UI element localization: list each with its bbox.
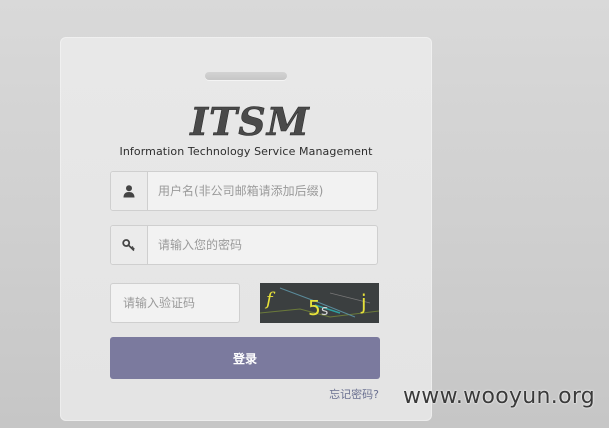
user-icon <box>111 172 148 210</box>
card-handle <box>205 72 287 80</box>
username-input[interactable] <box>148 172 374 210</box>
username-field <box>110 171 378 211</box>
svg-text:j: j <box>360 290 367 314</box>
svg-text:5: 5 <box>308 296 321 320</box>
captcha-graphic: f 5 s j <box>260 283 379 323</box>
captcha-field <box>110 283 240 323</box>
subtitle: Information Technology Service Managemen… <box>119 145 373 158</box>
password-input[interactable] <box>148 226 374 264</box>
login-card: ITSM Information Technology Service Mana… <box>60 37 432 421</box>
password-field <box>110 225 378 265</box>
itsm-logo: ITSM <box>178 99 318 143</box>
svg-text:s: s <box>321 303 328 319</box>
captcha-image[interactable]: f 5 s j <box>260 283 379 323</box>
captcha-input[interactable] <box>111 284 239 322</box>
svg-text:ITSM: ITSM <box>189 99 310 143</box>
forgot-password-link[interactable]: 忘记密码? <box>329 386 379 402</box>
key-icon <box>111 226 148 264</box>
watermark: www.wooyun.org <box>403 384 596 409</box>
login-button[interactable]: 登录 <box>110 337 380 379</box>
